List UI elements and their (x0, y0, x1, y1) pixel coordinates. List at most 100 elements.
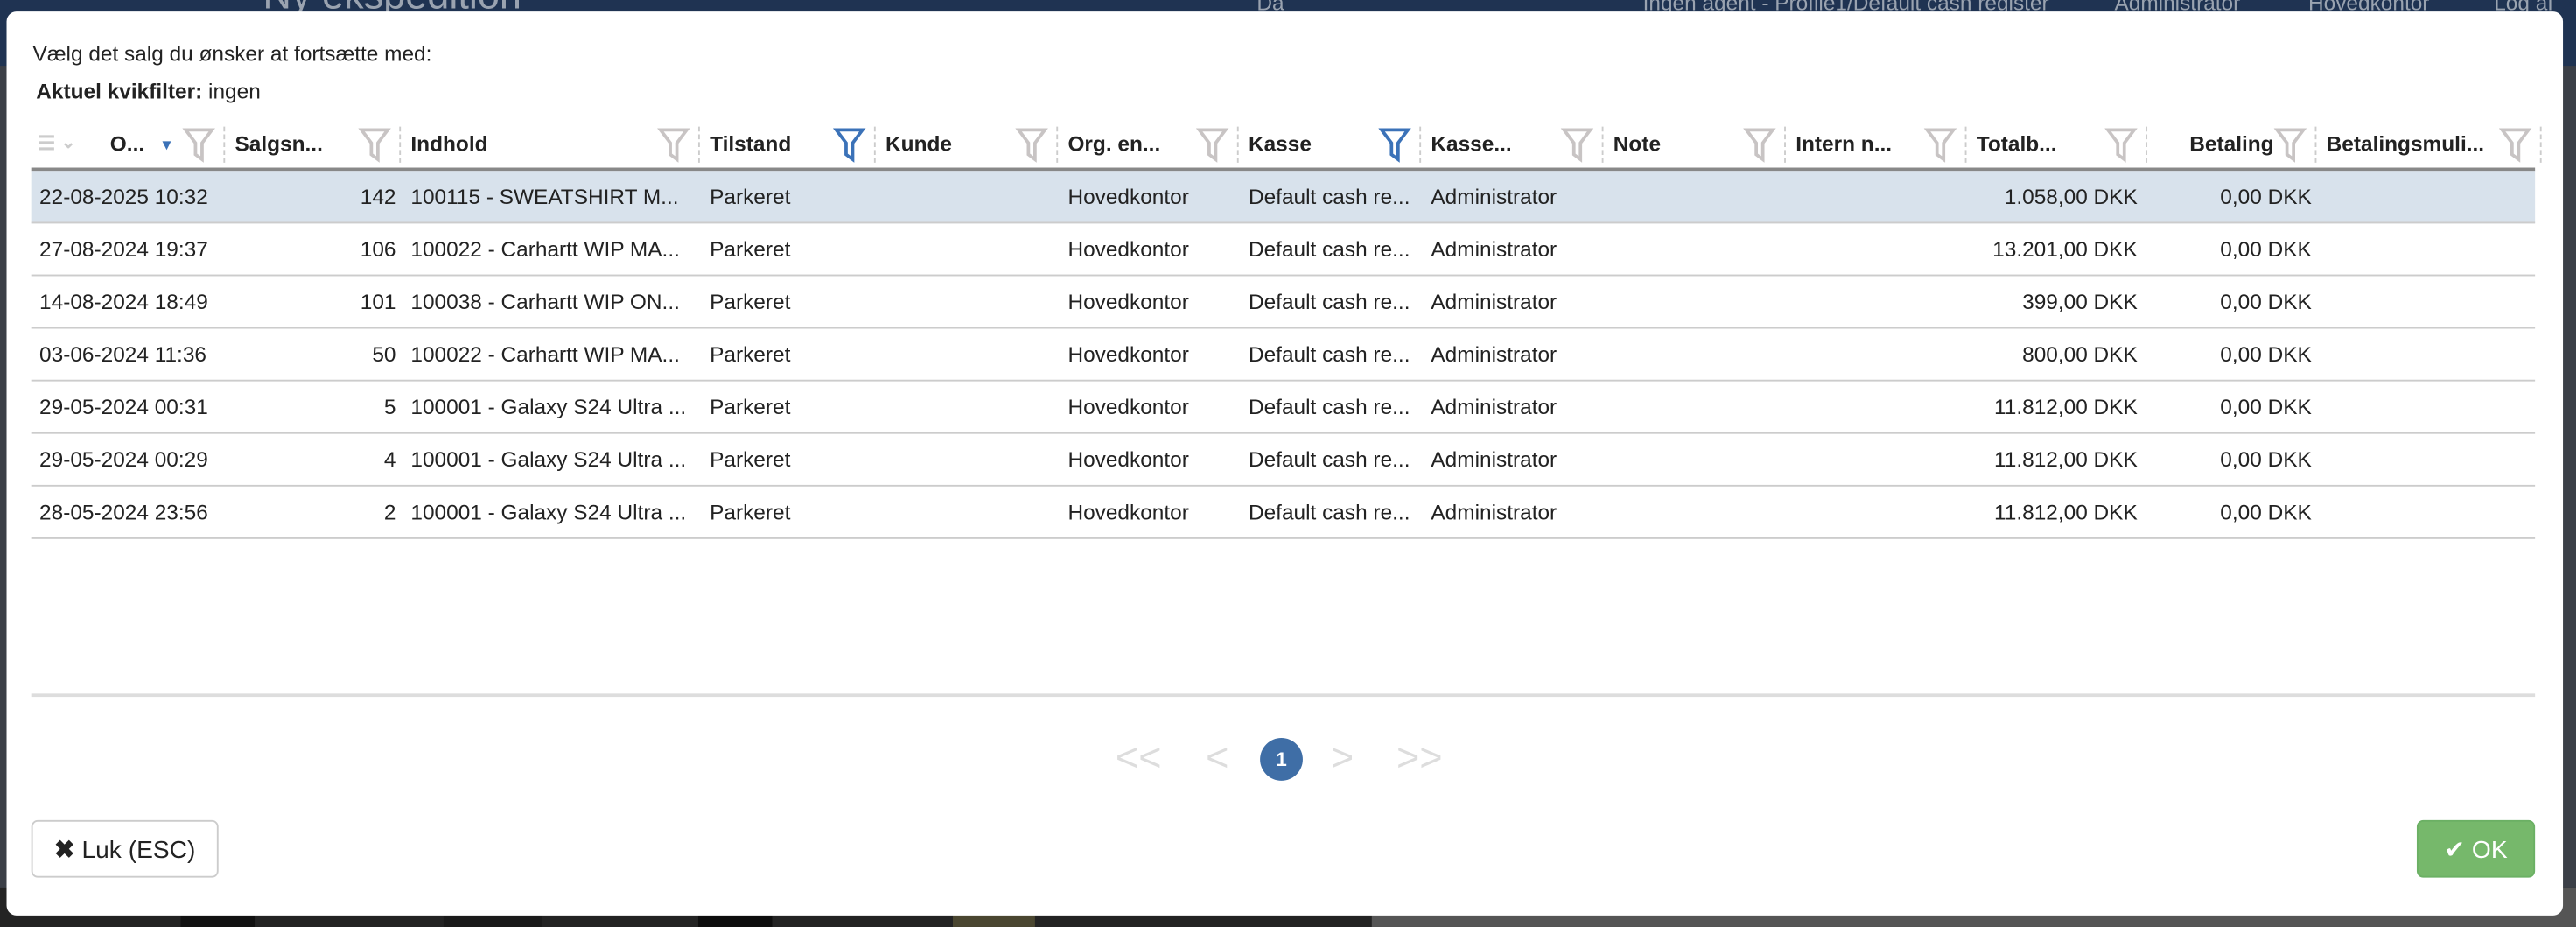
close-icon: ✖ (54, 836, 75, 865)
cell-org-unit: Hovedkontor (1068, 184, 1189, 209)
filter-icon[interactable] (182, 127, 215, 163)
ok-label: OK (2471, 836, 2508, 865)
cell-cashier: Administrator (1431, 446, 1558, 472)
filter-icon[interactable] (1923, 127, 1957, 163)
close-button[interactable]: ✖ Luk (ESC) (31, 819, 219, 878)
cell-state: Parkeret (710, 499, 791, 524)
cell-payment: 0,00 DKK (2220, 341, 2312, 367)
filter-active-icon[interactable] (1378, 127, 1411, 163)
cell-cashier: Administrator (1431, 341, 1558, 367)
filter-icon[interactable] (358, 127, 391, 163)
cell-register: Default cash re... (1248, 499, 1410, 524)
cell-date: 28-05-2024 23:56 (39, 499, 208, 524)
cell-content: 100001 - Galaxy S24 Ultra ... (410, 394, 687, 419)
column-header-state[interactable]: Tilstand (700, 120, 876, 167)
column-label: Kasse... (1431, 131, 1512, 157)
cell-org-unit: Hovedkontor (1068, 446, 1189, 472)
cell-state: Parkeret (710, 184, 791, 209)
column-header-customer[interactable]: Kunde (876, 120, 1059, 167)
cell-register: Default cash re... (1248, 184, 1410, 209)
cell-register: Default cash re... (1248, 289, 1410, 314)
first-page-button[interactable]: << (1116, 734, 1162, 783)
column-label: Betaling (2189, 131, 2274, 157)
column-header-internal-note[interactable]: Intern n... (1786, 120, 1967, 167)
filter-icon[interactable] (2273, 127, 2307, 163)
cell-register: Default cash re... (1248, 394, 1410, 419)
column-header-cashier[interactable]: Kasse... (1421, 120, 1604, 167)
filter-icon[interactable] (1195, 127, 1229, 163)
table-row[interactable]: 03-06-2024 11:36 50 100022 - Carhartt WIP … (31, 329, 2536, 382)
column-header-total[interactable]: Totalb... (1966, 120, 2148, 167)
cell-org-unit: Hovedkontor (1068, 394, 1189, 419)
cell-payment: 0,00 DKK (2220, 394, 2312, 419)
page-1-button[interactable]: 1 (1260, 738, 1303, 781)
cell-sale-number: 2 (383, 499, 396, 524)
filter-icon[interactable] (1560, 127, 1594, 163)
cell-payment: 0,00 DKK (2220, 289, 2312, 314)
cell-state: Parkeret (710, 446, 791, 472)
table-row[interactable]: 28-05-2024 23:56 2 100001 - Galaxy S24 Ult… (31, 487, 2536, 539)
cell-state: Parkeret (710, 289, 791, 314)
quickfilter-value: ingen (208, 79, 261, 104)
column-header-org-unit[interactable]: Org. en... (1058, 120, 1239, 167)
cell-total: 800,00 DKK (2022, 341, 2138, 367)
cell-content: 100038 - Carhartt WIP ON... (410, 289, 680, 314)
column-header-payment-options[interactable]: Betalingsmuli... (2316, 120, 2542, 167)
column-label: Intern n... (1796, 131, 1893, 157)
ok-button[interactable]: ✔ OK (2416, 819, 2536, 878)
column-header-date[interactable]: ☰ ⌄ O... ▼ (32, 120, 226, 167)
cell-payment: 0,00 DKK (2220, 446, 2312, 472)
table-row[interactable]: 14-08-2024 18:49 101 100038 - Carhartt WIP… (31, 276, 2536, 329)
column-chooser-icon[interactable]: ☰ (38, 120, 55, 167)
cell-state: Parkeret (710, 394, 791, 419)
cell-total: 399,00 DKK (2022, 289, 2138, 314)
check-icon: ✔ (2444, 836, 2466, 865)
column-header-sale-number[interactable]: Salgsn... (225, 120, 402, 167)
cell-content: 100022 - Carhartt WIP MA... (410, 341, 680, 367)
quickfilter-label: Aktuel kvikfilter: (36, 79, 203, 104)
table-row[interactable]: 29-05-2024 00:31 5 100001 - Galaxy S24 Ult… (31, 382, 2536, 434)
filter-icon[interactable] (2498, 127, 2532, 163)
cell-sale-number: 5 (383, 394, 396, 419)
quickfilter-info: Aktuel kvikfilter: ingen (36, 79, 260, 103)
cell-sale-number: 50 (372, 341, 396, 367)
cell-org-unit: Hovedkontor (1068, 499, 1189, 524)
cell-register: Default cash re... (1248, 446, 1410, 472)
filter-icon[interactable] (657, 127, 690, 163)
filter-icon[interactable] (1015, 127, 1048, 163)
cell-content: 100022 - Carhartt WIP MA... (410, 236, 680, 262)
cell-state: Parkeret (710, 341, 791, 367)
cell-cashier: Administrator (1431, 394, 1558, 419)
cell-sale-number: 101 (360, 289, 396, 314)
column-header-note[interactable]: Note (1604, 120, 1786, 167)
prev-page-button[interactable]: < (1206, 734, 1228, 783)
column-label: Kunde (886, 131, 952, 157)
instruction-text: Vælg det salg du ønsker at fortsætte med… (32, 40, 432, 67)
last-page-button[interactable]: >> (1396, 734, 1443, 783)
column-header-payment[interactable]: Betaling (2147, 120, 2317, 167)
chevron-down-icon[interactable]: ⌄ (60, 120, 75, 167)
column-header-register[interactable]: Kasse (1239, 120, 1422, 167)
next-page-button[interactable]: > (1331, 734, 1354, 783)
cell-cashier: Administrator (1431, 289, 1558, 314)
filter-active-icon[interactable] (832, 127, 866, 163)
filter-icon[interactable] (2104, 127, 2138, 163)
cell-date: 29-05-2024 00:29 (39, 446, 208, 472)
column-header-content[interactable]: Indhold (401, 120, 700, 167)
table-row[interactable]: 27-08-2024 19:37 106 100022 - Carhartt WIP… (31, 223, 2536, 277)
cell-payment: 0,00 DKK (2220, 236, 2312, 262)
sales-table: ☰ ⌄ O... ▼ Salgsn... Indhold Tilstand Kunde Org.… (31, 120, 2542, 539)
column-label: Betalingsmuli... (2326, 131, 2485, 157)
sort-desc-icon[interactable]: ▼ (159, 122, 174, 169)
filter-icon[interactable] (1743, 127, 1776, 163)
column-label: Totalb... (1976, 131, 2057, 157)
cell-content: 100001 - Galaxy S24 Ultra ... (410, 446, 687, 472)
table-row[interactable]: 22-08-2025 10:32 142 100115 - SWEATSHIRT M… (31, 171, 2536, 224)
cell-payment: 0,00 DKK (2220, 184, 2312, 209)
cell-total: 11.812,00 DKK (1993, 394, 2138, 419)
cell-cashier: Administrator (1431, 184, 1558, 209)
table-row[interactable]: 29-05-2024 00:29 4 100001 - Galaxy S24 Ult… (31, 434, 2536, 487)
cell-total: 11.812,00 DKK (1993, 499, 2138, 524)
column-label: Salgsn... (234, 131, 323, 157)
cell-payment: 0,00 DKK (2220, 499, 2312, 524)
